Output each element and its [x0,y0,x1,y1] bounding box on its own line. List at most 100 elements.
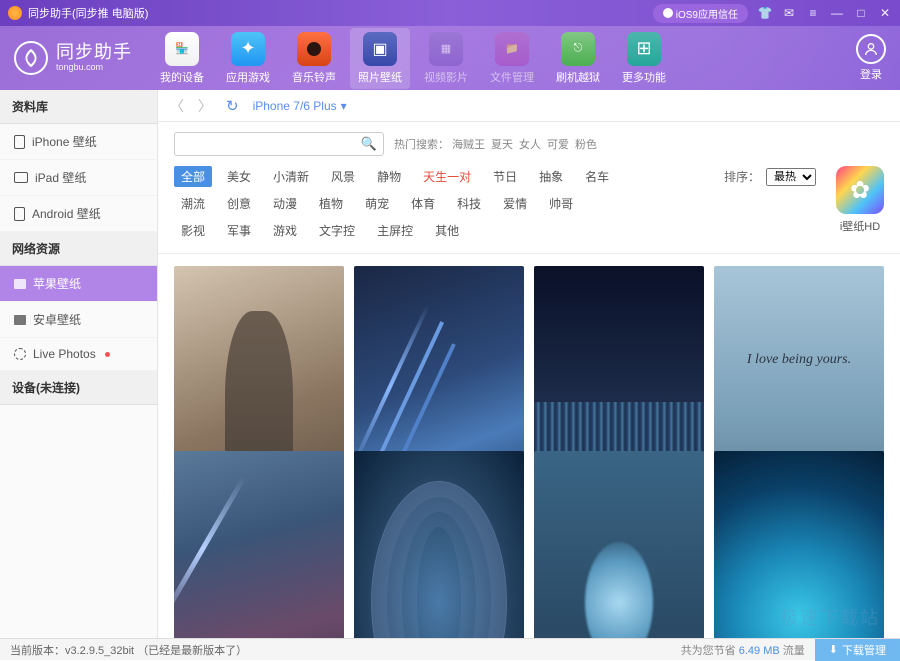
promo-app[interactable]: i壁纸HD [836,166,884,247]
jailbreak-icon: ⎋ [561,32,595,66]
sidebar-section-online: 网络资源 [0,232,157,266]
nav-wallpapers[interactable]: ▣照片壁纸 [350,28,410,89]
cat-item[interactable]: 其他 [428,220,466,241]
content-area: 〈 〉 ↻ iPhone 7/6 Plus ▾ 🔍 热门搜索：海贼王夏天女人可爱… [158,90,900,638]
cat-item[interactable]: 主屏控 [370,220,420,241]
sidebar-item-livephotos[interactable]: Live Photos [0,338,157,371]
image-icon [14,279,26,289]
back-button[interactable]: 〈 [170,96,184,116]
wallpaper-thumb[interactable] [534,451,704,638]
category-row: 影视 军事 游戏 文字控 主屏控 其他 [174,220,816,241]
user-icon [856,34,886,64]
menu-icon[interactable]: ≡ [806,6,820,20]
chevron-down-icon: ▾ [341,99,347,113]
sort-select[interactable]: 最热 [766,168,816,186]
logo[interactable]: 同步助手 tongbu.com [14,41,132,75]
wallpaper-thumb[interactable] [354,451,524,638]
sidebar-item-android-wallpaper[interactable]: 安卓壁纸 [0,302,157,338]
category-row: 全部 美女 小清新 风景 静物 天生一对 节日 抽象 名车 排序： 最热 [174,166,816,187]
photo-icon: ▣ [363,32,397,66]
cat-item[interactable]: 影视 [174,220,212,241]
saved-traffic: 共为您节省 6.49 MB 流量 [681,642,805,658]
nav-my-device[interactable]: 🏪我的设备 [152,28,212,89]
hot-term[interactable]: 可爱 [547,139,569,151]
apps-icon: ✦ [231,32,265,66]
titlebar: 同步助手(同步推 电脑版) iOS9应用信任 👕 ✉ ≡ — □ ✕ [0,0,900,26]
cat-item[interactable]: 名车 [578,166,616,187]
cat-item[interactable]: 萌宠 [358,193,396,214]
cat-item[interactable]: 体育 [404,193,442,214]
hot-searches: 热门搜索：海贼王夏天女人可爱粉色 [394,136,600,152]
nav-apps[interactable]: ✦应用游戏 [218,28,278,89]
device-selector[interactable]: iPhone 7/6 Plus ▾ [253,99,347,113]
search-icon[interactable]: 🔍 [361,136,377,152]
cat-item[interactable]: 风景 [324,166,362,187]
cat-item[interactable]: 游戏 [266,220,304,241]
live-icon [14,348,26,360]
cat-item[interactable]: 动漫 [266,193,304,214]
cat-all[interactable]: 全部 [174,166,212,187]
wallpaper-thumb[interactable] [714,451,884,638]
sidebar-section-device: 设备(未连接) [0,371,157,405]
close-icon[interactable]: ✕ [878,6,892,20]
cat-item[interactable]: 文字控 [312,220,362,241]
download-icon: ⬇ [829,643,838,656]
tshirt-icon[interactable]: 👕 [758,6,772,20]
cat-item[interactable]: 天生一对 [416,166,478,187]
sidebar-item-iphone[interactable]: iPhone 壁纸 [0,124,157,160]
files-icon: 📁 [495,32,529,66]
download-manager-button[interactable]: ⬇下载管理 [815,639,900,661]
forward-button[interactable]: 〉 [198,96,212,116]
hot-term[interactable]: 海贼王 [452,139,485,151]
promo-icon [836,166,884,214]
refresh-button[interactable]: ↻ [226,97,239,115]
message-icon[interactable]: ✉ [782,6,796,20]
sidebar: 资料库 iPhone 壁纸 iPad 壁纸 Android 壁纸 网络资源 苹果… [0,90,158,638]
hot-term[interactable]: 女人 [519,139,541,151]
toolbar: 〈 〉 ↻ iPhone 7/6 Plus ▾ [158,90,900,122]
search-box: 🔍 [174,132,384,156]
cat-item[interactable]: 爱情 [496,193,534,214]
cat-item[interactable]: 植物 [312,193,350,214]
hot-term[interactable]: 夏天 [491,139,513,151]
cat-item[interactable]: 美女 [220,166,258,187]
logo-sub-text: tongbu.com [56,63,132,73]
nav-music[interactable]: 音乐铃声 [284,28,344,89]
cat-item[interactable]: 抽象 [532,166,570,187]
nav-video[interactable]: ▦视频影片 [416,28,476,89]
cat-item[interactable]: 创意 [220,193,258,214]
window-title: 同步助手(同步推 电脑版) [28,5,148,21]
phone-icon [14,135,25,149]
app-icon [8,6,22,20]
statusbar: 当前版本：v3.2.9.5_32bit （已经是最新版本了） 共为您节省 6.4… [0,638,900,660]
sidebar-section-library: 资料库 [0,90,157,124]
new-badge-icon [105,352,110,357]
maximize-icon[interactable]: □ [854,6,868,20]
search-input[interactable] [181,138,361,150]
device-icon: 🏪 [165,32,199,66]
cat-item[interactable]: 军事 [220,220,258,241]
cat-item[interactable]: 帅哥 [542,193,580,214]
tablet-icon [14,172,28,183]
main-nav: 🏪我的设备 ✦应用游戏 音乐铃声 ▣照片壁纸 ▦视频影片 📁文件管理 ⎋刷机越狱… [152,28,674,89]
sidebar-item-apple-wallpaper[interactable]: 苹果壁纸 [0,266,157,302]
wallpaper-grid [158,254,900,638]
cat-item[interactable]: 节日 [486,166,524,187]
nav-more[interactable]: ⊞更多功能 [614,28,674,89]
nav-files[interactable]: 📁文件管理 [482,28,542,89]
sidebar-item-ipad[interactable]: iPad 壁纸 [0,160,157,196]
wallpaper-thumb[interactable] [174,451,344,638]
phone-icon [14,207,25,221]
cat-item[interactable]: 科技 [450,193,488,214]
cat-item[interactable]: 潮流 [174,193,212,214]
sidebar-item-android[interactable]: Android 壁纸 [0,196,157,232]
minimize-icon[interactable]: — [830,6,844,20]
login-button[interactable]: 登录 [856,34,886,82]
cat-item[interactable]: 静物 [370,166,408,187]
nav-jailbreak[interactable]: ⎋刷机越狱 [548,28,608,89]
ios9-trust-button[interactable]: iOS9应用信任 [653,4,748,23]
hot-term[interactable]: 粉色 [575,139,597,151]
cat-item[interactable]: 小清新 [266,166,316,187]
image-icon [14,315,26,325]
more-icon: ⊞ [627,32,661,66]
